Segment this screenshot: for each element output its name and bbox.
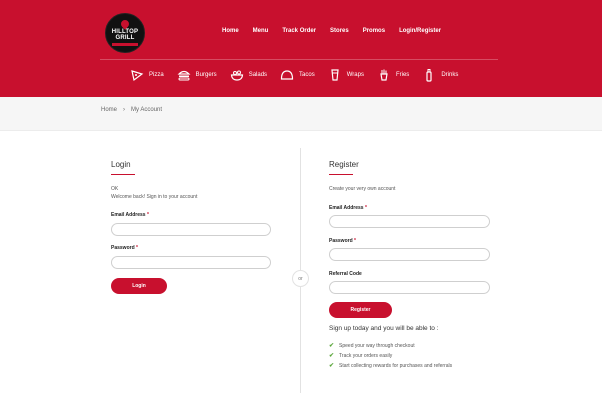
nav-home[interactable]: Home	[222, 28, 239, 34]
benefit-item: ✔ Speed your way through checkout	[329, 342, 415, 350]
drink-icon	[422, 68, 436, 82]
required-mark: *	[146, 212, 149, 218]
register-referral-label: Referral Code	[329, 271, 362, 277]
category-pizza[interactable]: Pizza	[130, 68, 164, 82]
benefits-title: Sign up today and you will be able to :	[329, 325, 439, 332]
nav-login-register[interactable]: Login/Register	[399, 28, 441, 34]
nav-stores[interactable]: Stores	[330, 28, 349, 34]
label-text: Email Address	[329, 205, 364, 211]
breadcrumb-home[interactable]: Home	[101, 107, 117, 113]
required-mark: *	[136, 245, 138, 251]
login-title-underline	[111, 174, 135, 175]
check-icon: ✔	[329, 343, 335, 349]
or-badge: or	[292, 270, 309, 287]
label-text: Password	[329, 238, 353, 244]
flame-icon	[119, 18, 131, 30]
required-mark: *	[364, 205, 367, 211]
breadcrumb-current: My Account	[131, 107, 163, 113]
category-drinks[interactable]: Drinks	[422, 68, 458, 82]
register-subtitle: Create your very own account	[329, 186, 396, 192]
login-title: Login	[111, 160, 131, 169]
category-label: Salads	[248, 72, 268, 78]
benefit-text: Start collecting rewards for purchases a…	[339, 362, 453, 369]
category-label: Burgers	[195, 72, 217, 78]
category-label: Wraps	[346, 72, 364, 78]
register-referral-input[interactable]	[329, 281, 490, 294]
nav-menu[interactable]: Menu	[253, 28, 269, 34]
category-wraps[interactable]: Wraps	[328, 68, 364, 82]
category-label: Fries	[395, 72, 410, 78]
required-mark: *	[354, 238, 356, 244]
burger-icon	[177, 68, 191, 82]
login-email-input[interactable]	[111, 223, 271, 236]
category-salads[interactable]: Salads	[230, 68, 267, 82]
brand-line-2: GRILL	[115, 35, 135, 41]
category-nav: Pizza Burgers Salads Tacos Wraps Fries D…	[130, 68, 471, 82]
register-title: Register	[329, 160, 359, 169]
label-text: Email Address	[111, 212, 146, 218]
brand-logo[interactable]: HILLTOP GRILL	[105, 13, 145, 53]
check-icon: ✔	[329, 353, 335, 359]
login-button[interactable]: Login	[111, 278, 167, 294]
category-label: Drinks	[441, 72, 459, 78]
benefit-item: ✔ Start collecting rewards for purchases…	[329, 362, 453, 370]
benefit-text: Track your orders easily	[339, 352, 393, 359]
category-tacos[interactable]: Tacos	[280, 68, 315, 82]
check-icon: ✔	[329, 363, 335, 369]
login-email-label: Email Address *	[111, 212, 149, 218]
site-header: HILLTOP GRILL Home Menu Track Order Stor…	[0, 0, 602, 97]
register-title-underline	[329, 174, 353, 175]
login-password-input[interactable]	[111, 256, 271, 269]
nav-promos[interactable]: Promos	[363, 28, 385, 34]
register-email-label: Email Address *	[329, 205, 367, 211]
login-status: OK	[111, 186, 119, 192]
breadcrumb: Home › My Account	[101, 107, 162, 113]
register-email-input[interactable]	[329, 215, 490, 228]
category-label: Tacos	[299, 72, 315, 78]
login-password-label: Password *	[111, 245, 138, 251]
register-button[interactable]: Register	[329, 302, 392, 318]
category-fries[interactable]: Fries	[377, 68, 409, 82]
register-password-input[interactable]	[329, 248, 490, 261]
category-label: Pizza	[149, 72, 164, 78]
salad-icon	[230, 68, 244, 82]
header-divider	[100, 59, 498, 60]
benefit-text: Speed your way through checkout	[339, 342, 415, 349]
top-nav: Home Menu Track Order Stores Promos Logi…	[222, 28, 455, 34]
breadcrumb-bar: Home › My Account	[0, 97, 602, 131]
login-welcome: Welcome back! Sign in to your account	[111, 194, 198, 200]
taco-icon	[280, 68, 294, 82]
nav-track-order[interactable]: Track Order	[282, 28, 316, 34]
breadcrumb-separator: ›	[123, 107, 126, 113]
benefit-item: ✔ Track your orders easily	[329, 352, 393, 360]
fries-icon	[377, 68, 391, 82]
register-password-label: Password *	[329, 238, 356, 244]
category-burgers[interactable]: Burgers	[177, 68, 217, 82]
wrap-icon	[328, 68, 342, 82]
pizza-icon	[130, 68, 144, 82]
brand-ribbon	[112, 43, 138, 46]
label-text: Password	[111, 245, 135, 251]
